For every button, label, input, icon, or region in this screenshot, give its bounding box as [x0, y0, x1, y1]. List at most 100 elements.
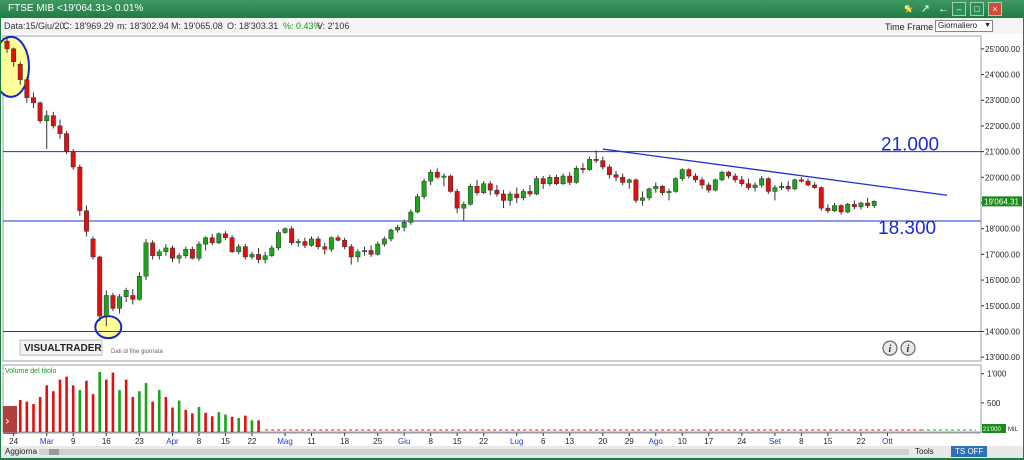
logo-subtitle: Dati di fine giornata: [111, 349, 163, 355]
candle-up: [421, 180, 427, 197]
candle-down: [342, 239, 348, 247]
close-button[interactable]: ×: [988, 2, 1002, 16]
price-panel: [2, 35, 982, 362]
candle-down: [83, 210, 89, 232]
y-tick-label: 13'000.00: [985, 353, 1020, 362]
candle-down: [851, 204, 857, 208]
candle-up: [673, 178, 679, 192]
x-tick-label: 15: [221, 437, 230, 446]
candle-up: [249, 254, 255, 258]
volume-tick-label: 500: [987, 399, 1001, 408]
info-open: O: 18'303.31: [227, 21, 279, 31]
x-tick-label: 22: [479, 437, 488, 446]
candle-up: [203, 237, 209, 245]
logo-text: VISUALTRADER: [24, 343, 102, 354]
candle-down: [150, 242, 156, 256]
candle-up: [507, 193, 513, 201]
candle-down: [487, 183, 493, 191]
volume-bar-down: [25, 401, 29, 432]
x-tick-label: 17: [704, 437, 713, 446]
volume-bar-down: [45, 385, 49, 432]
candle-up: [269, 247, 275, 256]
x-tick-label: Ott: [882, 437, 893, 446]
candle-down: [739, 179, 745, 184]
maximize-button[interactable]: □: [970, 2, 984, 16]
candle-up: [845, 204, 851, 213]
candle-up: [136, 275, 142, 300]
candle-down: [693, 175, 698, 181]
candle-up: [395, 227, 401, 231]
chevron-down-icon: ▼: [984, 22, 991, 29]
candle-down: [322, 246, 328, 250]
candle-down: [77, 166, 83, 211]
volume-bar-up: [157, 390, 161, 432]
candle-down: [785, 186, 791, 190]
candle-up: [309, 238, 314, 246]
candle-up: [163, 247, 169, 253]
candle-down: [805, 180, 811, 186]
candle-down: [256, 254, 262, 260]
minimize-button[interactable]: –: [952, 2, 966, 16]
y-tick-label: 20'000.00: [985, 173, 1020, 182]
candle-up: [666, 191, 672, 193]
info-pct: %: 0.43%: [283, 21, 322, 31]
candle-up: [719, 171, 725, 181]
volume-last-unit: MIL: [1008, 427, 1019, 433]
volume-bar-down: [85, 380, 88, 432]
candle-down: [189, 248, 195, 259]
x-tick-label: 15: [823, 437, 832, 446]
candle-down: [593, 159, 599, 161]
volume-bar-down: [164, 397, 168, 432]
volume-bar-down: [52, 391, 55, 432]
candle-up: [481, 183, 487, 193]
volume-bar-down: [32, 404, 35, 432]
candle-down: [620, 177, 626, 183]
x-tick-label: Ago: [649, 437, 664, 446]
candle-down: [613, 174, 619, 178]
volume-bar-up: [224, 414, 227, 432]
candle-down: [527, 191, 533, 195]
candle-down: [798, 179, 804, 182]
chart-area[interactable]: 25'000.00 24'000.00 23'000.00 22'000.00 21'0…: [1, 34, 1023, 446]
y-tick-label: 18'000.00: [985, 225, 1020, 234]
x-tick-label: 18: [340, 437, 349, 446]
volume-bar-up: [197, 406, 201, 432]
candle-up: [381, 238, 387, 245]
candle-up: [355, 251, 361, 258]
candle-up: [653, 186, 659, 190]
update-button[interactable]: Aggiorna: [5, 447, 37, 456]
candle-up: [176, 255, 182, 259]
volume-bar-down: [171, 407, 174, 432]
candle-up: [408, 211, 414, 223]
volume-bar-up: [98, 371, 101, 432]
y-tick-label: 23'000.00: [985, 96, 1020, 105]
candle-down: [494, 189, 500, 195]
info-close: C: 18'969.29: [63, 21, 114, 31]
info-icon-glyph: i: [889, 344, 892, 355]
candle-up: [414, 196, 420, 213]
candle-down: [434, 171, 440, 178]
x-tick-label: 6: [541, 437, 546, 446]
candle-up: [858, 202, 864, 208]
y-tick-label: 22'000.00: [985, 122, 1020, 131]
timeframe-select[interactable]: Giornaliero ▼: [935, 20, 993, 32]
candle-up: [143, 242, 149, 277]
x-tick-label: 8: [197, 437, 202, 446]
volume-bar-up: [144, 383, 148, 432]
candle-down: [37, 102, 43, 122]
candle-up: [44, 115, 50, 122]
candle-up: [236, 246, 242, 253]
volume-last-value: 21'000: [983, 427, 1001, 433]
ts-off-button[interactable]: TS OFF: [951, 446, 988, 457]
volume-bar-down: [111, 372, 115, 432]
candle-up: [547, 177, 553, 184]
time-scrollbar[interactable]: [39, 449, 909, 455]
volume-label: Volume del titolo: [5, 368, 56, 375]
candle-up: [587, 159, 593, 170]
tools-button[interactable]: Tools: [915, 447, 934, 456]
app-window: FTSE MIB <19'064.31> 0.01% ★ ↖↗←→ – □ × …: [0, 0, 1024, 460]
candle-down: [765, 178, 771, 192]
candle-down: [474, 186, 480, 193]
candle-down: [4, 40, 10, 50]
scrollbar-thumb[interactable]: [49, 449, 59, 455]
